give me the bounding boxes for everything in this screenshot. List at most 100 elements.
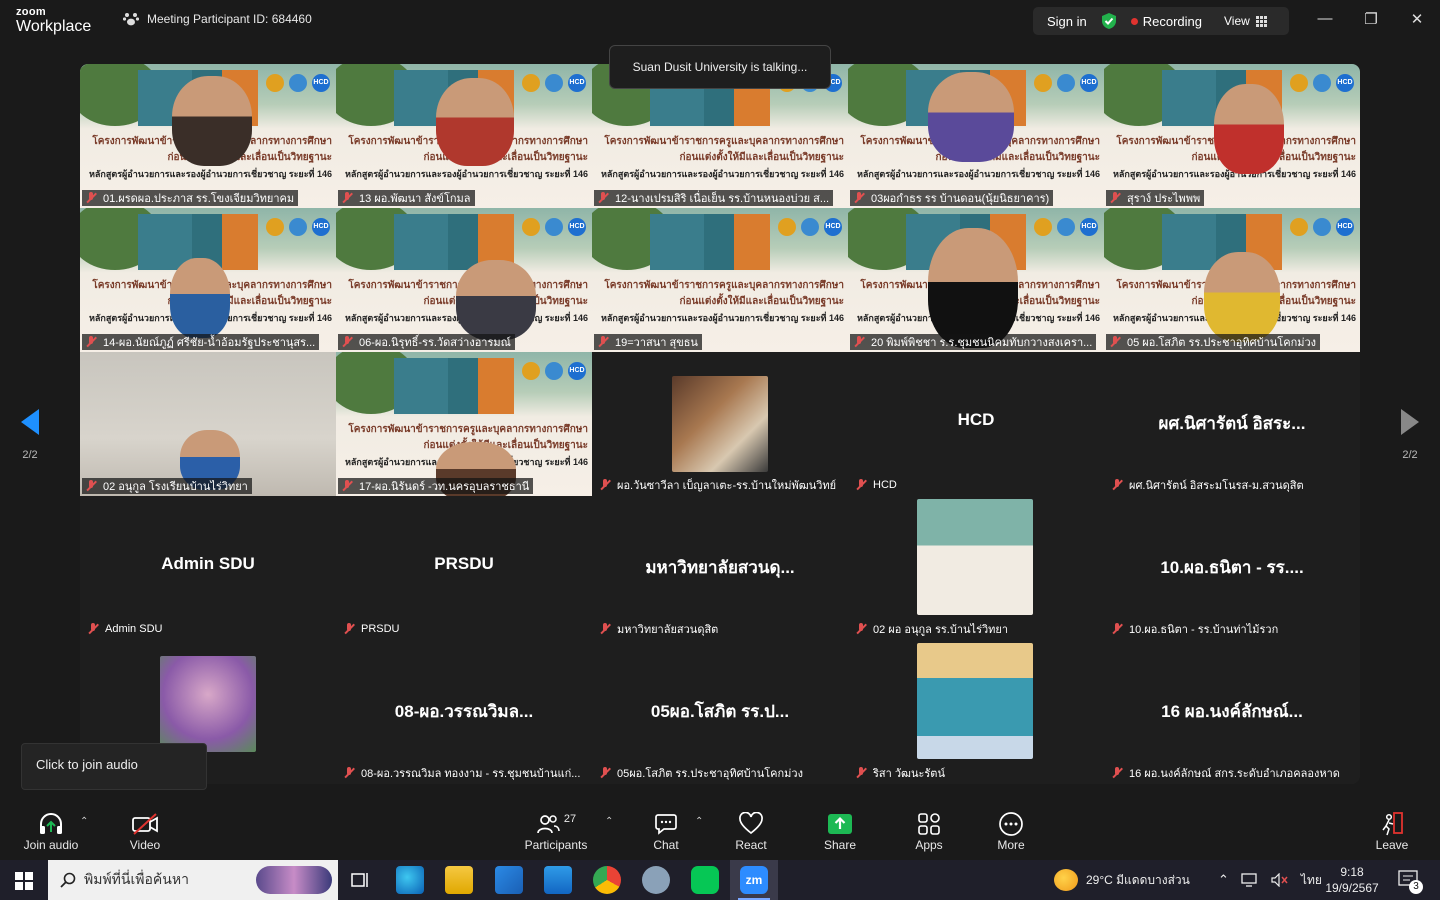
participant-display-name: Admin SDU (161, 554, 255, 573)
slide-line-1: โครงการพัฒนาข้าราชการครูและบุคลากรทางการ… (604, 280, 844, 291)
task-view-icon[interactable] (350, 871, 370, 889)
participant-name-label: 14-ผอ.นัยณ์ภูฏ์ ศรีชัย-น้ำอ้อมรัฐประชานุ… (82, 334, 320, 350)
participant-tile[interactable]: HCDโครงการพัฒนาข้าราชการครูและบุคลากรทาง… (336, 208, 592, 352)
crest-logo-icon (522, 362, 540, 380)
recording-indicator[interactable]: Recording (1130, 14, 1202, 29)
participant-name-label: 02 อนุกูล โรงเรียนบ้านไร่วิทยา (82, 478, 252, 494)
notification-center[interactable]: 3 (1398, 860, 1423, 900)
search-icon (60, 872, 76, 888)
crest-logo-icon (1290, 74, 1308, 92)
participant-tile[interactable]: PRSDU PRSDU (336, 496, 592, 640)
view-button[interactable]: View (1224, 14, 1267, 28)
mic-muted-icon (598, 766, 612, 780)
participant-name: Admin SDU (105, 623, 163, 635)
participant-tile[interactable]: HCDโครงการพัฒนาข้าราชการครูและบุคลากรทาง… (336, 352, 592, 496)
university-logo-icon (289, 74, 307, 92)
participant-tile[interactable]: 10.ผอ.ธนิตา - รร.... 10.ผอ.ธนิตา - รร.บ้า… (1104, 496, 1360, 640)
mic-muted-icon (854, 766, 868, 780)
hcd-logo-icon: HCD (568, 362, 586, 380)
audio-options-caret-icon[interactable]: ⌃ (80, 816, 88, 827)
participant-display-name: 05ผอ.โสภิต รร.ป... (650, 702, 790, 721)
slide-logos: HCD (1290, 218, 1354, 236)
more-button[interactable]: More (989, 810, 1033, 852)
participant-tile[interactable]: HCDโครงการพัฒนาข้าราชการครูและบุคลากรทาง… (336, 64, 592, 208)
participant-tile[interactable]: HCDโครงการพัฒนาข้าราชการครูและบุคลากรทาง… (80, 208, 336, 352)
slide-logos: HCD (1034, 218, 1098, 236)
view-label: View (1224, 14, 1250, 28)
participant-name-label: 13 ผอ.พัฒนา สังข์โกมล (338, 190, 475, 206)
participant-name: HCD (873, 479, 897, 491)
participant-name: 05 ผอ.โสภิต รร.ประชาอุทิศบ้านโคกม่วง (1127, 337, 1317, 349)
participant-tile[interactable]: HCDโครงการพัฒนาข้าราชการครูและบุคลากรทาง… (848, 64, 1104, 208)
participant-display-name: 16 ผอ.นงค์ลักษณ์... (1161, 702, 1303, 721)
participants-button[interactable]: 27 Participants (520, 810, 592, 852)
speaker-muted-icon[interactable] (1271, 873, 1289, 887)
input-language[interactable]: ไทย (1301, 871, 1322, 890)
participant-tile[interactable]: ผอ.วันซาวีลา เบ็ญลาเตะ-รร.บ้านใหม่พัฒนวิ… (592, 352, 848, 496)
store-app-icon[interactable] (495, 866, 523, 894)
university-logo-icon (545, 74, 563, 92)
page-indicator-right: 2/2 (1402, 449, 1418, 461)
edge-app-icon[interactable] (396, 866, 424, 894)
participant-tile[interactable]: HCDโครงการพัฒนาข้าราชการครูและบุคลากรทาง… (848, 208, 1104, 352)
participant-tile[interactable]: มหาวิทยาลัยสวนดุ... มหาวิทยาลัยสวนดุสิต (592, 496, 848, 640)
snipping-tool-icon[interactable] (642, 866, 670, 894)
zoom-taskbar-item[interactable]: zm (730, 860, 778, 900)
sign-in-button[interactable]: Sign in (1047, 14, 1087, 29)
participant-tile[interactable]: 16 ผอ.นงค์ลักษณ์... 16 ผอ.นงค์ลักษณ์ สกร.… (1104, 640, 1360, 784)
mic-muted-icon (598, 478, 612, 492)
leave-button[interactable]: Leave (1370, 810, 1414, 852)
apps-button[interactable]: Apps (907, 810, 951, 852)
participant-tile[interactable]: HCD HCD (848, 352, 1104, 496)
university-logo-icon (545, 362, 563, 380)
crest-logo-icon (778, 218, 796, 236)
participant-tile[interactable]: ริสา วัฒนะรัตน์ (848, 640, 1104, 784)
taskbar-search-box[interactable]: พิมพ์ที่นี่เพื่อค้นหา (48, 860, 338, 900)
participant-tile[interactable]: Admin SDU Admin SDU (80, 496, 336, 640)
line-app-icon[interactable] (691, 866, 719, 894)
network-icon[interactable] (1241, 873, 1259, 887)
close-icon[interactable]: ✕ (1405, 10, 1429, 28)
participant-name: 12-นางเปรมสิริ เนื่อเย็น รร.บ้านหนองบ่วย… (615, 193, 830, 205)
leave-icon (1382, 812, 1403, 836)
file-explorer-icon[interactable] (445, 866, 473, 894)
participant-tile[interactable]: ผศ.นิศารัตน์ อิสระ... ผศ.นิศารัตน์ อิสระม… (1104, 352, 1360, 496)
tray-chevron-up-icon[interactable]: ⌃ (1218, 872, 1229, 888)
participant-name-label: Admin SDU (84, 621, 166, 637)
weather-widget[interactable]: 29°C มีแดดบางส่วน (1054, 860, 1190, 900)
join-audio-button[interactable]: Join audio (18, 810, 84, 852)
participant-tile[interactable]: 08-ผอ.วรรณวิมล... 08-ผอ.วรรณวิมล ทองงาม -… (336, 640, 592, 784)
clock[interactable]: 9:18 19/9/2567 (1325, 860, 1378, 900)
participant-name: 08-ผอ.วรรณวิมล ทองงาม - รร.ชุมชนบ้านแก่.… (361, 768, 581, 780)
participant-tile[interactable]: 05ผอ.โสภิต รร.ป... 05ผอ.โสภิต รร.ประชาอุท… (592, 640, 848, 784)
participant-tile[interactable]: 02 ผอ อนุกูล รร.บ้านไร่วิทยา (848, 496, 1104, 640)
shield-icon[interactable] (1101, 12, 1117, 30)
crest-logo-icon (1034, 218, 1052, 236)
building-graphic (650, 214, 770, 270)
meeting-toolbar: Join audio ⌃ Video 27 Participants ⌃ Cha… (0, 800, 1440, 860)
participant-name-label: HCD (852, 477, 901, 493)
participant-tile[interactable]: HCDโครงการพัฒนาข้าราชการครูและบุคลากรทาง… (1104, 64, 1360, 208)
participant-tile[interactable]: 02 อนุกูล โรงเรียนบ้านไร่วิทยา (80, 352, 336, 496)
prev-page-button[interactable]: 2/2 (10, 405, 50, 461)
restore-icon[interactable]: ❐ (1359, 10, 1383, 28)
participant-tile[interactable]: HCDโครงการพัฒนาข้าราชการครูและบุคลากรทาง… (1104, 208, 1360, 352)
chat-button[interactable]: Chat (644, 810, 688, 852)
share-button[interactable]: Share (818, 810, 862, 852)
participants-caret-icon[interactable]: ⌃ (605, 816, 613, 827)
participant-tile[interactable]: HCDโครงการพัฒนาข้าราชการครูและบุคลากรทาง… (80, 64, 336, 208)
next-page-button[interactable]: 2/2 (1390, 405, 1430, 461)
mail-app-icon[interactable] (544, 866, 572, 894)
video-button[interactable]: Video (118, 810, 172, 852)
chrome-app-icon[interactable] (593, 866, 621, 894)
mic-muted-icon (342, 622, 356, 636)
windows-start-icon[interactable] (15, 872, 33, 890)
mic-muted-icon (1108, 335, 1122, 349)
chat-caret-icon[interactable]: ⌃ (695, 816, 703, 827)
participant-tile[interactable]: HCDโครงการพัฒนาข้าราชการครูและบุคลากรทาง… (592, 208, 848, 352)
apps-label: Apps (915, 838, 943, 852)
mic-muted-icon (596, 335, 610, 349)
react-button[interactable]: React (729, 810, 773, 852)
minimize-icon[interactable]: — (1313, 10, 1337, 27)
hcd-logo-icon: HCD (568, 74, 586, 92)
